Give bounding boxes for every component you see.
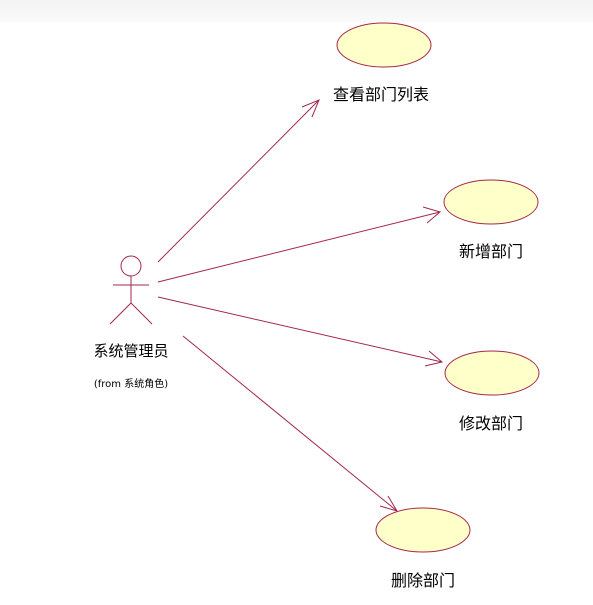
use-case-label: 修改部门	[459, 414, 523, 433]
use-case-diagram: 系统管理员 (from 系统角色) 查看部门列表 新增部门 修改部门 删除部门	[93, 22, 540, 590]
use-case-label: 新增部门	[459, 242, 523, 261]
association-add[interactable]	[157, 211, 441, 283]
actor-system-admin[interactable]: 系统管理员 (from 系统角色)	[93, 255, 169, 390]
actor-name: 系统管理员	[93, 342, 168, 360]
use-case-label: 删除部门	[391, 571, 455, 590]
arrowhead-add	[422, 206, 442, 224]
use-case-ellipse	[375, 507, 471, 553]
associations	[157, 99, 444, 512]
use-case-edit-department[interactable]: 修改部门	[444, 350, 540, 433]
diagram-canvas: 系统管理员 (from 系统角色) 查看部门列表 新增部门 修改部门 删除部门	[0, 0, 593, 605]
use-case-add-department[interactable]: 新增部门	[443, 179, 539, 261]
association-delete[interactable]	[182, 335, 398, 512]
use-case-view-department-list[interactable]: 查看部门列表	[333, 22, 432, 104]
association-edit[interactable]	[157, 296, 443, 363]
use-case-delete-department[interactable]: 删除部门	[375, 507, 471, 590]
actor-package: (from 系统角色)	[94, 377, 168, 390]
use-case-ellipse	[336, 22, 432, 68]
use-case-label: 查看部门列表	[333, 85, 429, 104]
use-case-ellipse	[444, 350, 540, 396]
stick-figure-actor-icon	[109, 255, 153, 325]
use-case-ellipse	[443, 179, 539, 225]
association-view-list[interactable]	[157, 99, 320, 263]
